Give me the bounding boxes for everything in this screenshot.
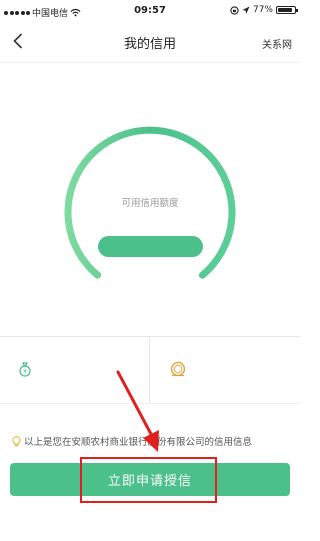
credit-info-note: 以上是您在安顺农村商业银行股份有限公司的信用信息 <box>12 434 292 448</box>
status-icons: 77% <box>230 5 298 15</box>
money-bag-icon[interactable]: ¥ <box>17 361 33 377</box>
page-title: 我的信用 <box>123 37 176 52</box>
svg-text:¥: ¥ <box>23 368 27 375</box>
battery-icon <box>276 6 298 14</box>
orientation-lock-icon <box>230 5 239 15</box>
feature-row: ¥ <box>0 336 300 404</box>
available-credit-label: 可用信用额度 <box>121 198 179 209</box>
credit-card: 可用信用额度 <box>0 63 300 338</box>
lightbulb-icon <box>12 435 21 446</box>
credit-info-text: 以上是您在安顺农村商业银行股份有限公司的信用信息 <box>24 437 253 448</box>
battery-percent: 77% <box>252 5 273 15</box>
contact-network-link[interactable]: 关系网 <box>262 36 292 51</box>
apply-credit-button[interactable]: 立即申请授信 <box>10 463 290 496</box>
gauge-value-bar <box>98 236 203 257</box>
coin-icon[interactable] <box>170 361 186 377</box>
feature-divider <box>149 337 150 403</box>
status-bar: 中国电信 09:57 77% <box>0 0 300 22</box>
location-arrow-icon <box>242 6 250 14</box>
nav-bar: 我的信用 关系网 <box>0 22 300 63</box>
